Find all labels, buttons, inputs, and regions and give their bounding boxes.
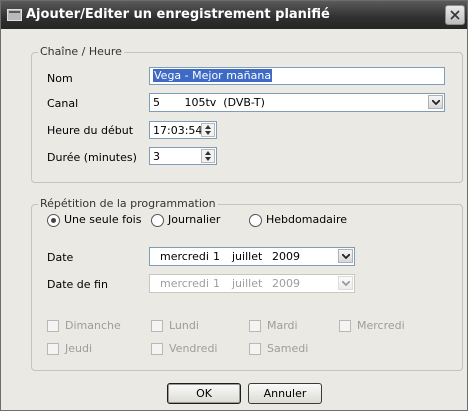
start-time-label: Heure du début [47, 124, 134, 137]
end-date-month: juillet [232, 277, 263, 290]
duration-value: 3 [153, 150, 160, 163]
chevron-down-icon [342, 281, 350, 286]
spin-icon[interactable] [201, 149, 215, 163]
date-month: juillet [232, 250, 263, 263]
cancel-button[interactable]: Annuler [248, 383, 322, 404]
channel-value: 5 105tv (DVB-T) [153, 96, 265, 109]
end-date-weekday: mercredi [160, 277, 209, 290]
day-label-wednesday: Mercredi [357, 319, 405, 332]
close-icon [450, 10, 460, 20]
ok-button[interactable]: OK [167, 383, 241, 404]
day-checkbox-saturday [249, 343, 261, 355]
day-checkbox-tuesday [249, 320, 261, 332]
radio-weekly[interactable] [249, 214, 262, 227]
day-checkbox-friday [151, 343, 163, 355]
duration-input[interactable]: 3 [149, 147, 217, 165]
day-label-tuesday: Mardi [267, 319, 298, 332]
end-date-label: Date de fin [47, 278, 108, 291]
date-dropdown-button[interactable] [338, 249, 353, 263]
day-checkbox-monday [151, 320, 163, 332]
end-date-year: 2009 [272, 277, 300, 290]
day-checkbox-wednesday [339, 320, 351, 332]
channel-dropdown-button[interactable] [428, 95, 443, 109]
name-input[interactable]: Vega - Mejor mañana [149, 67, 445, 85]
day-label-friday: Vendredi [169, 342, 218, 355]
window-icon [7, 9, 22, 21]
channel-time-legend: Chaîne / Heure [38, 45, 124, 58]
dialog-window: Ajouter/Editer un enregistrement planifi… [0, 0, 468, 411]
name-value: Vega - Mejor mañana [153, 69, 273, 82]
window-title: Ajouter/Editer un enregistrement planifi… [26, 7, 330, 22]
end-date-dropdown-button [338, 276, 353, 290]
chevron-down-icon [432, 100, 440, 105]
duration-label: Durée (minutes) [47, 151, 137, 164]
name-label: Nom [47, 72, 73, 85]
radio-daily[interactable] [151, 214, 164, 227]
radio-once[interactable] [47, 214, 60, 227]
date-day: 1 [213, 250, 220, 263]
title-bar[interactable]: Ajouter/Editer un enregistrement planifi… [1, 1, 467, 29]
channel-label: Canal [47, 97, 79, 110]
radio-weekly-label[interactable]: Hebdomadaire [266, 213, 347, 226]
date-picker[interactable]: mercredi 1 juillet 2009 [149, 247, 355, 266]
repeat-legend: Répétition de la programmation [38, 197, 218, 210]
day-label-monday: Lundi [169, 319, 199, 332]
radio-daily-label[interactable]: Journalier [168, 213, 220, 226]
day-checkbox-thursday [47, 343, 59, 355]
start-time-input[interactable]: 17:03:54 [149, 121, 217, 139]
chevron-down-icon [342, 254, 350, 259]
day-label-sunday: Dimanche [65, 319, 121, 332]
day-label-saturday: Samedi [267, 342, 309, 355]
date-label: Date [47, 251, 74, 264]
end-date-day: 1 [213, 277, 220, 290]
channel-select[interactable]: 5 105tv (DVB-T) [149, 93, 445, 112]
date-weekday: mercredi [160, 250, 209, 263]
day-checkbox-sunday [47, 320, 59, 332]
start-time-value: 17:03:54 [153, 124, 203, 137]
day-label-thursday: Jeudi [65, 342, 93, 355]
radio-once-label[interactable]: Une seule fois [64, 213, 141, 226]
close-button[interactable] [445, 5, 465, 25]
spin-icon[interactable] [201, 123, 215, 137]
date-year: 2009 [272, 250, 300, 263]
end-date-picker: mercredi 1 juillet 2009 [149, 274, 355, 293]
